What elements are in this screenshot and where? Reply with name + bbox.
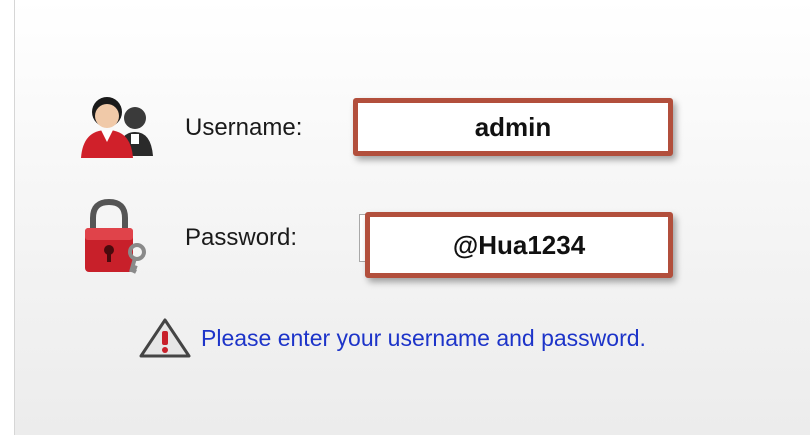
username-label: Username: bbox=[185, 114, 303, 141]
login-prompt-message: Please enter your username and password. bbox=[201, 324, 646, 351]
password-label: Password: bbox=[185, 224, 298, 251]
warning-icon bbox=[139, 318, 191, 358]
users-icon bbox=[81, 97, 153, 158]
password-field[interactable]: @Hua1234 bbox=[365, 212, 673, 278]
status-message-row: Please enter your username and password. bbox=[139, 318, 646, 358]
username-field[interactable]: admin bbox=[353, 98, 673, 156]
login-panel: Username: admin Password: @Hua1234 Pleas… bbox=[14, 0, 810, 435]
lock-icon bbox=[85, 198, 146, 274]
